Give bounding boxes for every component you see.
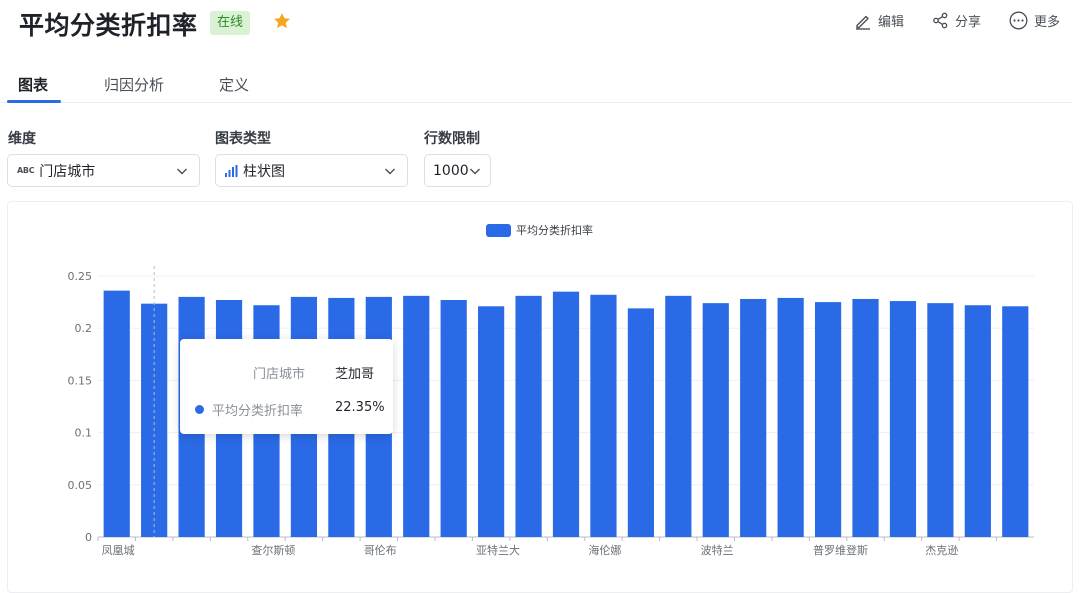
x-tick-label: 凤凰城 <box>102 544 135 557</box>
dimension-value: 门店城市 <box>39 163 96 180</box>
more-button[interactable]: 更多 <box>1009 11 1060 30</box>
bar[interactable] <box>440 300 467 537</box>
chevron-down-icon <box>470 168 480 175</box>
edit-label: 编辑 <box>877 15 904 30</box>
bar[interactable] <box>478 306 505 537</box>
bar[interactable] <box>665 295 692 537</box>
tab-attribution-analysis[interactable]: 归因分析 <box>104 74 164 95</box>
y-tick-label: 0.2 <box>75 322 93 335</box>
chevron-down-icon <box>177 168 187 175</box>
bar[interactable] <box>403 295 430 537</box>
x-tick-label: 查尔斯顿 <box>251 543 295 557</box>
y-tick-label: 0.05 <box>68 479 93 492</box>
x-tick-label: 哥伦布 <box>364 543 397 557</box>
x-tick-label: 亚特兰大 <box>476 543 520 557</box>
bar[interactable] <box>1002 306 1029 537</box>
y-tick-label: 0.25 <box>68 270 93 283</box>
x-tick-label: 普罗维登斯 <box>813 543 868 557</box>
bar[interactable] <box>702 303 729 537</box>
chevron-down-icon <box>385 168 395 175</box>
tooltip-series-name: 平均分类折扣率 <box>212 404 304 419</box>
more-label: 更多 <box>1033 15 1060 30</box>
bar[interactable] <box>964 305 991 537</box>
bar[interactable] <box>927 303 954 537</box>
header-actions: 编辑 分享 更多 <box>826 11 1060 30</box>
bar[interactable] <box>740 298 767 537</box>
header: 平均分类折扣率 在线 编辑 分享 更多 <box>0 0 1080 50</box>
tab-definition[interactable]: 定义 <box>219 74 249 95</box>
bar[interactable] <box>515 295 542 537</box>
share-button[interactable]: 分享 <box>932 11 981 30</box>
bar[interactable] <box>552 291 580 537</box>
bar[interactable] <box>627 308 654 537</box>
page-title: 平均分类折扣率 <box>19 11 198 40</box>
tab-bar: 图表 归因分析 定义 <box>0 70 1072 103</box>
bar[interactable] <box>814 302 842 537</box>
text-type-icon: ABC <box>17 166 35 175</box>
pen-icon <box>855 15 870 30</box>
star-icon[interactable] <box>272 11 292 31</box>
y-tick-label: 0.15 <box>68 374 93 387</box>
dimension-label: 维度 <box>8 131 36 147</box>
share-label: 分享 <box>954 15 981 30</box>
status-badge: 在线 <box>210 11 251 35</box>
tab-chart[interactable]: 图表 <box>18 74 48 95</box>
y-tick-label: 0 <box>85 531 92 544</box>
active-tab-indicator <box>7 100 61 103</box>
y-tick-label: 0.1 <box>75 427 93 440</box>
row-limit-value: 1000 <box>433 162 469 179</box>
edit-button[interactable]: 编辑 <box>854 11 904 30</box>
dimension-select[interactable]: ABC 门店城市 <box>7 154 200 187</box>
x-tick-label: 杰克逊 <box>925 544 958 557</box>
bar-chart-icon <box>225 164 238 177</box>
bar[interactable] <box>590 294 617 537</box>
share-icon <box>933 12 948 29</box>
bar[interactable] <box>103 290 130 537</box>
row-limit-label: 行数限制 <box>424 131 480 147</box>
ellipsis-circle-icon <box>1009 11 1028 30</box>
tooltip-dimension-value: 芝加哥 <box>335 367 375 382</box>
bar-chart: 0 0.05 0.1 0.15 0.2 0.25 凤凰城 查尔斯顿 哥伦布 亚特兰大 海伦娜 波特兰 普… <box>68 266 1034 557</box>
tooltip-series-value: 22.35% <box>335 400 385 415</box>
row-limit-select[interactable]: 1000 <box>424 154 491 187</box>
x-tick-label: 海伦娜 <box>588 543 621 557</box>
bar[interactable] <box>852 298 879 537</box>
chart-type-select[interactable]: 柱状图 <box>215 154 408 187</box>
chart-tooltip: 门店城市 芝加哥 平均分类折扣率 22.35% <box>180 339 393 434</box>
tooltip-dimension-name: 门店城市 <box>252 367 305 382</box>
chart-card: 平均分类折扣率 0 0.05 0.1 0.15 0.2 0.25 凤凰城 查尔斯顿 哥伦布 亚特兰… <box>7 201 1073 593</box>
bar[interactable] <box>777 297 804 537</box>
bar[interactable] <box>889 301 917 537</box>
chart-type-value: 柱状图 <box>243 163 285 180</box>
chart-type-label: 图表类型 <box>215 131 271 147</box>
x-tick-label: 波特兰 <box>701 543 734 557</box>
tooltip-series-dot <box>195 405 204 414</box>
